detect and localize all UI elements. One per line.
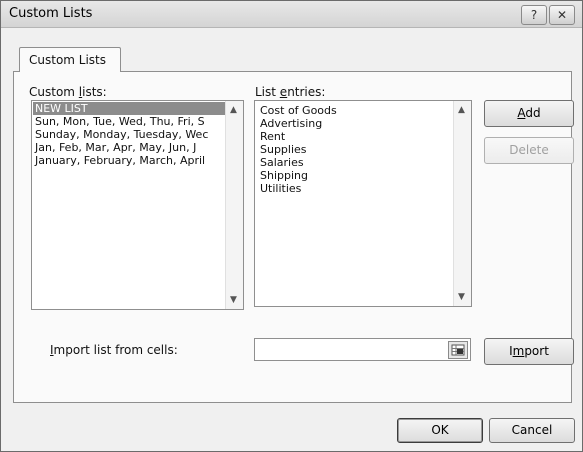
- list-item[interactable]: Jan, Feb, Mar, Apr, May, Jun, J: [33, 141, 225, 154]
- import-button[interactable]: Import: [484, 338, 574, 365]
- list-item[interactable]: NEW LIST: [33, 102, 225, 115]
- list-item[interactable]: Sunday, Monday, Tuesday, Wec: [33, 128, 225, 141]
- custom-lists-label: Custom lists:: [29, 85, 107, 99]
- help-button[interactable]: ?: [521, 5, 547, 25]
- close-icon: ✕: [556, 8, 568, 22]
- title-bar[interactable]: Custom Lists ? ✕: [1, 1, 582, 28]
- list-entry[interactable]: Supplies: [258, 143, 453, 156]
- list-entry[interactable]: Salaries: [258, 156, 453, 169]
- window-title: Custom Lists: [9, 6, 93, 21]
- tab-label: Custom Lists: [29, 53, 107, 67]
- list-entries-scrollbar[interactable]: ▲ ▼: [453, 101, 471, 306]
- delete-button[interactable]: Delete: [484, 137, 574, 164]
- close-button[interactable]: ✕: [549, 5, 575, 25]
- scroll-down-icon[interactable]: ▼: [230, 295, 237, 305]
- custom-lists-items: NEW LIST Sun, Mon, Tue, Wed, Thu, Fri, SS…: [33, 102, 225, 167]
- import-range-input[interactable]: [254, 338, 471, 361]
- range-picker-button[interactable]: [448, 341, 468, 359]
- list-entry[interactable]: Utilities: [258, 182, 453, 195]
- list-entry[interactable]: Rent: [258, 130, 453, 143]
- custom-lists-dialog: Custom Lists ? ✕ Custom Lists Custom lis…: [0, 0, 583, 452]
- list-item[interactable]: January, February, March, April: [33, 154, 225, 167]
- scroll-down-icon[interactable]: ▼: [458, 292, 465, 302]
- custom-lists-scrollbar[interactable]: ▲ ▼: [225, 101, 243, 309]
- list-entries-textbox[interactable]: Cost of Goods Advertising Rent Supplies Sala…: [254, 100, 472, 307]
- list-entry[interactable]: Shipping: [258, 169, 453, 182]
- list-entries-label: List entries:: [255, 85, 326, 99]
- scroll-up-icon[interactable]: ▲: [458, 105, 465, 115]
- scroll-up-icon[interactable]: ▲: [230, 105, 237, 115]
- range-picker-icon: [451, 344, 465, 356]
- custom-lists-listbox[interactable]: NEW LIST Sun, Mon, Tue, Wed, Thu, Fri, SS…: [31, 100, 244, 310]
- list-entry[interactable]: Advertising: [258, 117, 453, 130]
- tab-panel: Custom lists: NEW LIST Sun, Mon, Tue, Wed…: [13, 71, 574, 403]
- add-button[interactable]: Add: [484, 100, 574, 127]
- help-icon: ?: [530, 8, 538, 22]
- cancel-button[interactable]: Cancel: [489, 418, 575, 443]
- list-entries-items: Cost of Goods Advertising Rent Supplies Sala…: [258, 104, 453, 195]
- ok-button[interactable]: OK: [397, 418, 483, 443]
- list-entry[interactable]: Cost of Goods: [258, 104, 453, 117]
- import-cells-label: Import list from cells:: [50, 343, 178, 357]
- list-item[interactable]: Sun, Mon, Tue, Wed, Thu, Fri, S: [33, 115, 225, 128]
- tab-custom-lists[interactable]: Custom Lists: [19, 47, 121, 72]
